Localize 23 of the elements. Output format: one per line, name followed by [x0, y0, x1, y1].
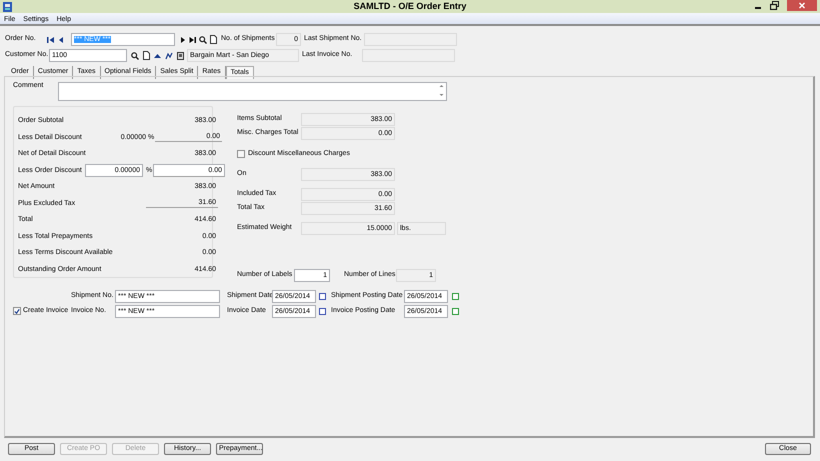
- previous-record-icon[interactable]: [57, 36, 64, 44]
- search-icon[interactable]: [131, 52, 139, 60]
- new-document-icon[interactable]: [143, 51, 150, 60]
- form-icon[interactable]: [177, 52, 184, 60]
- restore-icon[interactable]: [770, 1, 779, 10]
- comment-field[interactable]: [58, 82, 447, 101]
- scroll-arrows-icon: [439, 83, 444, 98]
- search-icon[interactable]: [199, 36, 207, 44]
- calendar-icon[interactable]: [319, 293, 326, 300]
- app-icon: [3, 2, 12, 12]
- calendar-icon[interactable]: [319, 308, 326, 315]
- branch-icon[interactable]: [165, 52, 173, 60]
- checkbox[interactable]: [13, 307, 21, 316]
- up-arrow-icon[interactable]: [154, 52, 161, 58]
- close-icon[interactable]: [787, 0, 817, 11]
- next-record-icon[interactable]: [179, 36, 186, 44]
- calendar-icon[interactable]: [452, 293, 459, 300]
- calendar-icon[interactable]: [452, 308, 459, 315]
- first-record-icon[interactable]: [47, 36, 54, 44]
- checkbox[interactable]: [237, 150, 245, 158]
- last-record-icon[interactable]: [189, 36, 196, 44]
- window-title: SAMLTD - O/E Order Entry: [354, 0, 466, 13]
- new-document-icon[interactable]: [210, 35, 217, 44]
